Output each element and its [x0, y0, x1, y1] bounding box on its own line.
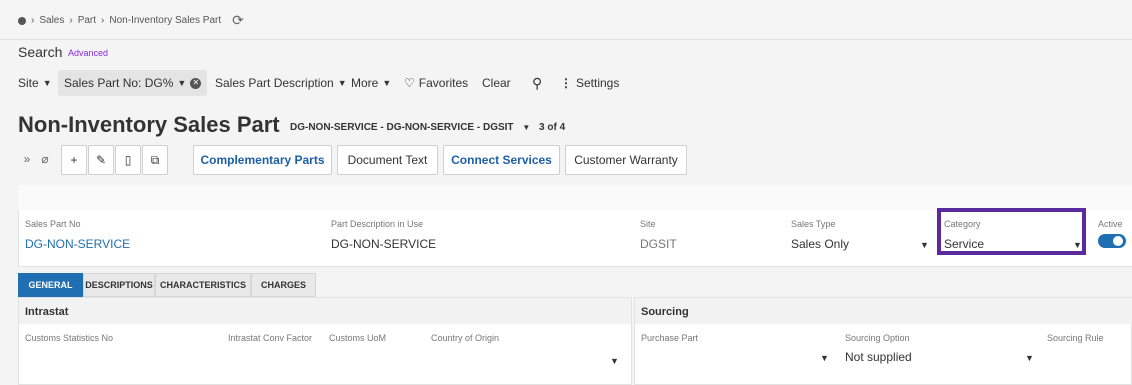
caret-down-icon: ▼: [42, 78, 52, 88]
sourcing-option-caret-icon[interactable]: ▼: [1025, 353, 1034, 363]
caret-down-icon: ▼: [522, 123, 531, 132]
tab-characteristics[interactable]: CHARACTERISTICS: [155, 273, 251, 297]
sourcing-title: Sourcing: [641, 306, 689, 318]
filter-bar: Site ▼ Sales Part No: DG% ▼ ✕ Sales Part…: [0, 70, 1132, 96]
country-of-origin-label: Country of Origin: [431, 333, 500, 343]
sales-part-no-filter-label: Sales Part No: DG%: [64, 76, 174, 90]
breadcrumb-part[interactable]: Part: [78, 15, 96, 26]
part-desc-value: DG-NON-SERVICE: [331, 237, 437, 251]
purchase-part-label: Purchase Part: [641, 333, 699, 343]
sales-part-no-label: Sales Part No: [25, 219, 81, 229]
sales-part-no-value[interactable]: DG-NON-SERVICE: [25, 237, 130, 251]
part-desc-label: Part Description in Use: [331, 219, 424, 229]
breadcrumb-current: Non-Inventory Sales Part: [109, 15, 222, 26]
site-filter[interactable]: Site ▼: [18, 70, 52, 96]
chevron-right-icon: ›: [69, 15, 73, 26]
favorites-button[interactable]: ♡ Favorites: [404, 70, 468, 96]
site-label: Site: [640, 219, 656, 229]
intrastat-conv-factor-label: Intrastat Conv Factor: [228, 333, 313, 343]
chevron-right-icon: ›: [31, 15, 35, 26]
command-toolbar: » ⌀ + ✎ ▯ ⧉ Complementary Parts Document…: [0, 145, 700, 177]
record-selector[interactable]: DG-NON-SERVICE - DG-NON-SERVICE - DGSIT …: [290, 122, 565, 133]
purchase-part-caret-icon[interactable]: ▼: [820, 353, 829, 363]
more-filter[interactable]: More ▼: [351, 70, 391, 96]
caret-down-icon: ▼: [177, 78, 187, 88]
sales-type-select[interactable]: Sales Only: [791, 237, 849, 251]
sourcing-option-label: Sourcing Option: [845, 333, 910, 343]
remove-filter-icon[interactable]: ✕: [190, 77, 202, 89]
settings-label: Settings: [576, 76, 620, 90]
tab-descriptions[interactable]: DESCRIPTIONS: [83, 273, 155, 297]
record-key: DG-NON-SERVICE - DG-NON-SERVICE - DGSIT: [290, 122, 514, 133]
sales-part-no-filter-chip[interactable]: Sales Part No: DG% ▼ ✕: [58, 70, 208, 96]
sourcing-rule-label: Sourcing Rule: [1047, 333, 1104, 343]
clear-button[interactable]: Clear: [482, 70, 511, 96]
site-filter-label: Site: [18, 76, 39, 90]
breadcrumb-sales[interactable]: Sales: [39, 15, 64, 26]
sourcing-header: [635, 298, 1132, 324]
caret-down-icon[interactable]: ▼: [920, 240, 929, 250]
search-label[interactable]: Search: [18, 44, 62, 60]
site-value: DGSIT: [640, 237, 677, 251]
sourcing-option-select[interactable]: Not supplied: [845, 350, 912, 364]
favorites-label: Favorites: [418, 76, 469, 90]
customs-uom-label: Customs UoM: [329, 333, 387, 343]
sales-part-desc-filter-label: Sales Part Description: [215, 76, 334, 90]
intrastat-header: [19, 298, 631, 324]
customer-warranty-button[interactable]: Customer Warranty: [565, 145, 687, 175]
chevron-right-icon: ›: [101, 15, 105, 26]
add-button[interactable]: +: [61, 145, 87, 175]
breadcrumb: › Sales › Part › Non-Inventory Sales Par…: [18, 12, 244, 29]
category-highlight-box: [937, 208, 1086, 255]
advanced-search-link[interactable]: Advanced: [68, 48, 108, 58]
active-label: Active: [1098, 219, 1123, 229]
header-card-strip: [18, 185, 1132, 210]
country-of-origin-caret-icon[interactable]: ▼: [610, 356, 619, 366]
caret-down-icon: ▼: [337, 78, 347, 88]
complementary-parts-button[interactable]: Complementary Parts: [193, 145, 332, 175]
heart-icon: ♡: [404, 76, 415, 90]
settings-button[interactable]: ⋮ Settings: [560, 70, 619, 96]
record-count: 3 of 4: [539, 122, 566, 133]
page-title: Non-Inventory Sales Part: [18, 112, 280, 137]
edit-icon[interactable]: ✎: [88, 145, 114, 175]
more-vertical-icon: ⋮: [560, 76, 572, 90]
delete-icon[interactable]: ▯: [115, 145, 141, 175]
sales-type-label: Sales Type: [791, 219, 836, 229]
customs-stat-no-label: Customs Statistics No: [25, 333, 114, 343]
search-icon[interactable]: ⚲: [532, 70, 542, 96]
active-toggle-knob: [1113, 236, 1123, 246]
more-filter-label: More: [351, 76, 379, 90]
connect-services-button[interactable]: Connect Services: [443, 145, 560, 175]
sales-part-desc-filter[interactable]: Sales Part Description ▼: [215, 70, 347, 96]
intrastat-title: Intrastat: [25, 306, 69, 318]
copy-icon[interactable]: ⧉: [142, 145, 168, 175]
home-icon[interactable]: [18, 16, 26, 25]
refresh-icon[interactable]: ⟳: [232, 12, 244, 29]
attachment-icon[interactable]: ⌀: [32, 145, 58, 173]
caret-down-icon: ▼: [382, 78, 392, 88]
tab-general[interactable]: GENERAL: [18, 273, 83, 297]
tab-charges[interactable]: CHARGES: [251, 273, 316, 297]
document-text-button[interactable]: Document Text: [337, 145, 438, 175]
